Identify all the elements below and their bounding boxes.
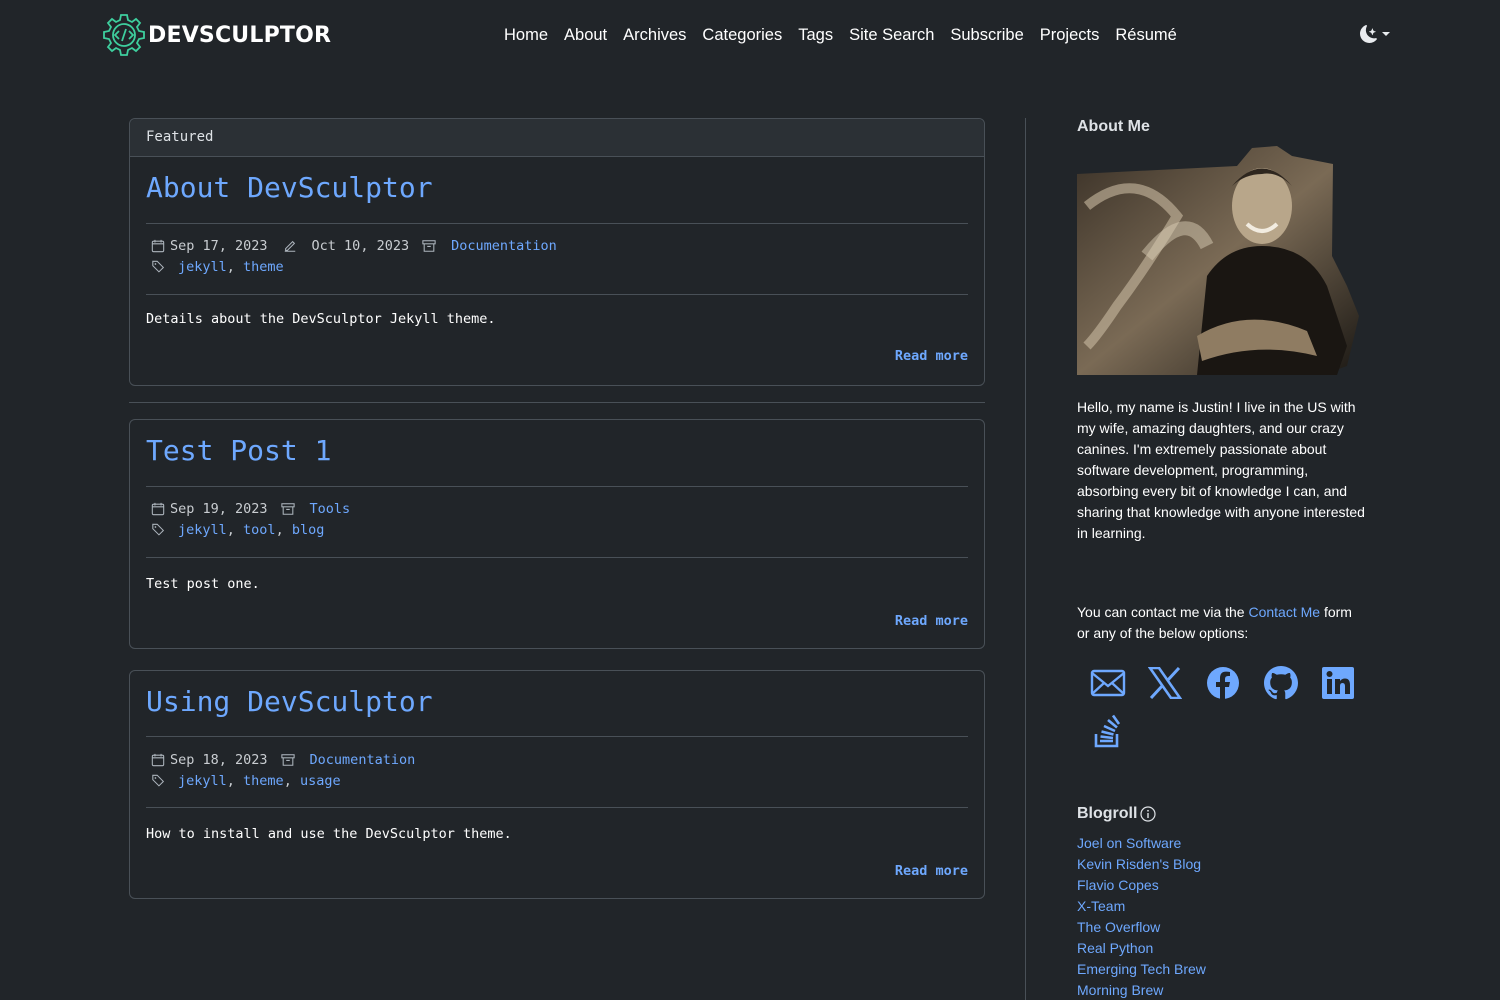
nav-projects[interactable]: Projects — [1032, 24, 1108, 46]
theme-toggle-dropdown[interactable] — [1360, 25, 1390, 43]
chevron-down-icon — [1382, 32, 1390, 36]
post-dates: Sep 18, 2023 Documentation — [150, 749, 415, 770]
tag-link[interactable]: jekyll — [178, 522, 227, 538]
tag-link[interactable]: jekyll — [178, 773, 227, 789]
blogroll-title: Blogroll — [1077, 805, 1138, 822]
post-date: Sep 17, 2023 — [170, 237, 268, 254]
tag-link[interactable]: usage — [300, 773, 341, 789]
x-twitter-icon[interactable] — [1145, 663, 1185, 703]
post-card: Test Post 1 Sep 19, 2023 Tools jekyll, t… — [129, 419, 985, 649]
social-links — [1079, 663, 1369, 759]
tag-link[interactable]: theme — [243, 259, 284, 275]
stack-overflow-icon[interactable] — [1088, 711, 1128, 751]
contact-prefix: You can contact me via the — [1077, 604, 1245, 620]
moon-stars-icon — [1360, 25, 1377, 43]
nav-site-search[interactable]: Site Search — [841, 24, 942, 46]
brand-link[interactable]: DEVSCULPTOR — [101, 12, 331, 58]
contact-text: You can contact me via the Contact Me fo… — [1077, 602, 1367, 644]
post-title-link[interactable]: Test Post 1 — [146, 434, 331, 467]
sidebar-divider — [1025, 118, 1026, 1000]
post-category-link[interactable]: Documentation — [310, 752, 416, 768]
read-more-link[interactable]: Read more — [895, 348, 968, 364]
post-excerpt: Details about the DevSculptor Jekyll the… — [146, 311, 496, 327]
archive-icon — [421, 238, 437, 254]
blogroll-link[interactable]: Kevin Risden's Blog — [1077, 856, 1201, 872]
divider — [146, 486, 968, 487]
contact-me-link[interactable]: Contact Me — [1248, 604, 1320, 620]
archive-icon — [280, 501, 296, 517]
divider — [146, 807, 968, 808]
blogroll-list: Joel on Software Kevin Risden's Blog Fla… — [1077, 833, 1367, 1000]
tags-icon — [150, 259, 166, 275]
post-title-link[interactable]: Using DevSculptor — [146, 685, 433, 718]
tag-link[interactable]: theme — [243, 773, 284, 789]
blogroll-link[interactable]: Real Python — [1077, 940, 1153, 956]
facebook-icon[interactable] — [1203, 663, 1243, 703]
brand-name: DEVSCULPTOR — [148, 22, 332, 48]
blogroll-link[interactable]: X-Team — [1077, 898, 1125, 914]
calendar-icon — [150, 238, 166, 254]
profile-photo — [1077, 146, 1359, 375]
divider — [146, 223, 968, 224]
post-updated-date: Oct 10, 2023 — [311, 237, 410, 254]
calendar-icon — [150, 501, 166, 517]
about-bio: Hello, my name is Justin! I live in the … — [1077, 399, 1365, 541]
nav-archives[interactable]: Archives — [615, 24, 694, 46]
blogroll-link[interactable]: Joel on Software — [1077, 835, 1181, 851]
post-dates: Sep 19, 2023 Tools — [150, 498, 350, 519]
nav-categories[interactable]: Categories — [694, 24, 790, 46]
section-divider — [129, 402, 985, 403]
about-me-heading: About Me — [1077, 118, 1367, 136]
tag-link[interactable]: blog — [292, 522, 325, 538]
divider — [146, 557, 968, 558]
blogroll-link[interactable]: The Overflow — [1077, 919, 1160, 935]
blogroll-link[interactable]: Emerging Tech Brew — [1077, 961, 1206, 977]
blogroll-link[interactable]: Flavio Copes — [1077, 877, 1159, 893]
main-nav: Home About Archives Categories Tags Site… — [496, 24, 1185, 46]
post-category-link[interactable]: Tools — [310, 501, 351, 517]
read-more-link[interactable]: Read more — [895, 863, 968, 879]
gear-code-logo-icon — [103, 14, 145, 56]
read-more-link[interactable]: Read more — [895, 613, 968, 629]
pencil-square-icon — [282, 238, 298, 254]
featured-header: Featured — [130, 119, 984, 157]
nav-subscribe[interactable]: Subscribe — [942, 24, 1031, 46]
post-dates: Sep 17, 2023 Oct 10, 2023 Documentation — [150, 235, 557, 256]
calendar-icon — [150, 752, 166, 768]
divider — [146, 294, 968, 295]
blogroll-header: Blogroll — [1077, 805, 1367, 823]
blogroll-link[interactable]: Morning Brew — [1077, 982, 1163, 998]
post-category-link[interactable]: Documentation — [451, 238, 557, 254]
post-tags: jekyll, tool, blog — [150, 519, 324, 540]
post-tags: jekyll, theme, usage — [150, 770, 341, 791]
archive-icon — [280, 752, 296, 768]
post-date: Sep 19, 2023 — [170, 500, 268, 517]
post-tags: jekyll, theme — [150, 256, 284, 277]
tags-icon — [150, 522, 166, 538]
envelope-icon[interactable] — [1088, 663, 1128, 703]
info-circle-icon[interactable] — [1140, 806, 1157, 822]
top-navbar: DEVSCULPTOR Home About Archives Categori… — [0, 0, 1500, 70]
linkedin-icon[interactable] — [1318, 663, 1358, 703]
nav-resume[interactable]: Résumé — [1107, 24, 1184, 46]
post-title-link[interactable]: About DevSculptor — [146, 171, 433, 204]
tag-link[interactable]: tool — [243, 522, 276, 538]
tag-link[interactable]: jekyll — [178, 259, 227, 275]
tags-icon — [150, 773, 166, 789]
post-card: Using DevSculptor Sep 18, 2023 Documenta… — [129, 670, 985, 899]
about-me-title: About Me — [1077, 118, 1150, 135]
post-excerpt: How to install and use the DevSculptor t… — [146, 826, 512, 842]
post-excerpt: Test post one. — [146, 576, 260, 592]
divider — [146, 736, 968, 737]
nav-home[interactable]: Home — [496, 24, 556, 46]
nav-about[interactable]: About — [556, 24, 615, 46]
github-icon[interactable] — [1261, 663, 1301, 703]
nav-tags[interactable]: Tags — [790, 24, 841, 46]
featured-post-card: Featured About DevSculptor Sep 17, 2023 … — [129, 118, 985, 386]
post-date: Sep 18, 2023 — [170, 751, 268, 768]
